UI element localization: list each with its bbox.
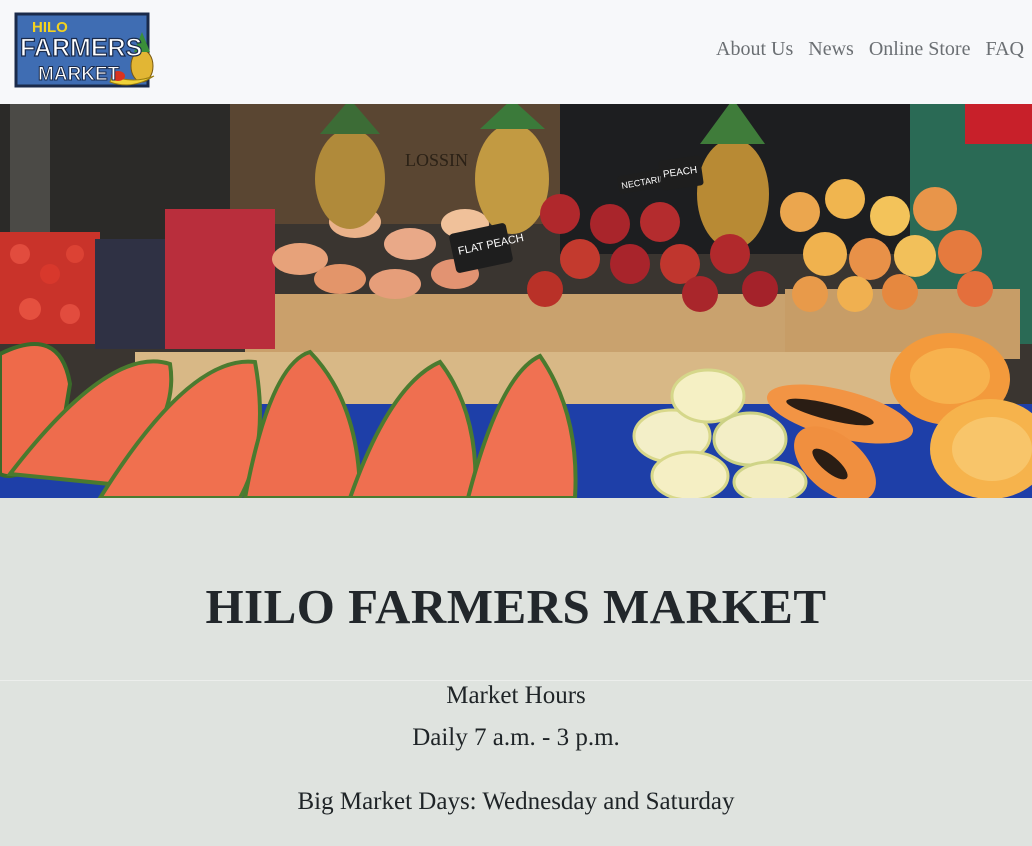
market-hours-section: Market Hours Daily 7 a.m. - 3 p.m. Big M… [0, 681, 1032, 817]
strawberries-icon [0, 232, 100, 344]
logo-text-farmers: FARMERS [20, 34, 142, 62]
nav-news[interactable]: News [808, 38, 854, 61]
market-hours-heading: Market Hours [446, 682, 586, 709]
nav-online-store[interactable]: Online Store [869, 38, 971, 61]
nav-faq[interactable]: FAQ [985, 38, 1024, 61]
site-header: HILO FARMERS MARKET About Us News Online… [0, 0, 1032, 104]
hero-image-fruit-stand: LOSSIN FLAT PEACH NECTARINE PEACH [0, 104, 1032, 498]
price-sign-peach: PEACH [658, 155, 704, 191]
logo-text-market: MARKET [38, 64, 120, 85]
nav-about-us[interactable]: About Us [716, 38, 793, 61]
main-nav: About Us News Online Store FAQ [716, 38, 1024, 61]
page-title: HILO FARMERS MARKET [205, 579, 827, 634]
crate-stencil-text: LOSSIN [405, 150, 468, 170]
title-section: HILO FARMERS MARKET [0, 498, 1032, 681]
hilo-farmers-market-logo[interactable]: HILO FARMERS MARKET [14, 10, 160, 92]
big-market-days: Big Market Days: Wednesday and Saturday [297, 788, 735, 815]
market-hours-time: Daily 7 a.m. - 3 p.m. [412, 724, 620, 751]
